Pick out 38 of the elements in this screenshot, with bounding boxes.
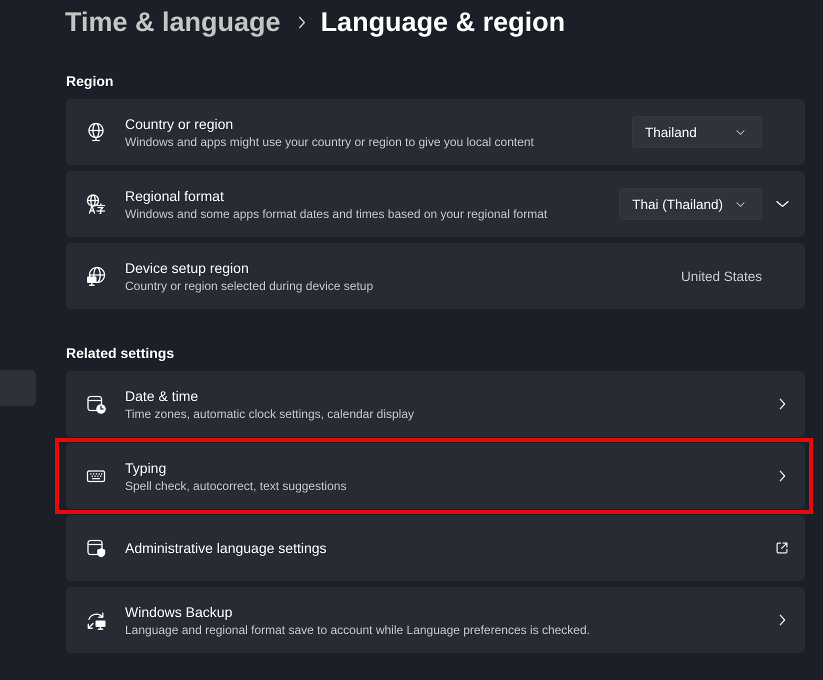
- setting-description: Country or region selected during device setup: [125, 278, 374, 294]
- setting-value: United States: [680, 268, 762, 284]
- settings-card[interactable]: Typing Spell check, autocorrect, text suggestions: [66, 443, 805, 509]
- dropdown[interactable]: Thailand: [632, 116, 762, 148]
- setting-description: Time zones, automatic clock settings, calendar display: [125, 406, 416, 422]
- setting-description: Language and regional format save to account while Language preferences is checked.: [125, 622, 591, 638]
- caret-icon: [736, 202, 745, 206]
- language-globe-icon: [86, 194, 106, 214]
- sync-monitor-icon: [86, 610, 106, 630]
- globe-monitor-icon: [86, 266, 106, 286]
- setting-description: Windows and apps might use your country or region to give you local content: [125, 134, 535, 150]
- setting-title: Administrative language settings: [125, 538, 328, 558]
- page-title: Language & region: [320, 6, 566, 38]
- setting-description: Spell check, autocorrect, text suggestions: [125, 478, 348, 494]
- setting-title: Windows Backup: [125, 602, 234, 622]
- globe-icon: [86, 122, 106, 142]
- setting-title: Country or region: [125, 114, 234, 134]
- caret-icon: [736, 130, 745, 134]
- setting-title: Regional format: [125, 186, 225, 206]
- setting-title: Typing: [125, 458, 168, 478]
- section-heading: Region: [66, 72, 114, 91]
- settings-card[interactable]: Date & time Time zones, automatic clock settings, calendar display: [66, 371, 805, 437]
- calendar-clock-icon: [86, 394, 106, 414]
- dropdown[interactable]: Thai (Thailand): [619, 188, 762, 220]
- chevron-icon[interactable]: [776, 200, 788, 208]
- setting-title: Date & time: [125, 386, 200, 406]
- chevron-right-icon: [778, 398, 786, 410]
- external-link-icon: [775, 541, 789, 555]
- setting-title: Device setup region: [125, 258, 250, 278]
- settings-card[interactable]: Windows Backup Language and regional format save to account while Language preferences is checked.: [66, 587, 805, 653]
- chevron-right-icon: [778, 470, 786, 482]
- window-shield-icon: [86, 538, 106, 558]
- chevron-right-icon: [778, 614, 786, 626]
- section-heading: Related settings: [66, 344, 176, 363]
- chevron-right-icon: [298, 16, 306, 28]
- settings-card[interactable]: Administrative language settings: [66, 515, 805, 581]
- setting-description: Windows and some apps format dates and times based on your regional format: [125, 206, 548, 222]
- breadcrumb-link[interactable]: Time & language: [65, 6, 281, 38]
